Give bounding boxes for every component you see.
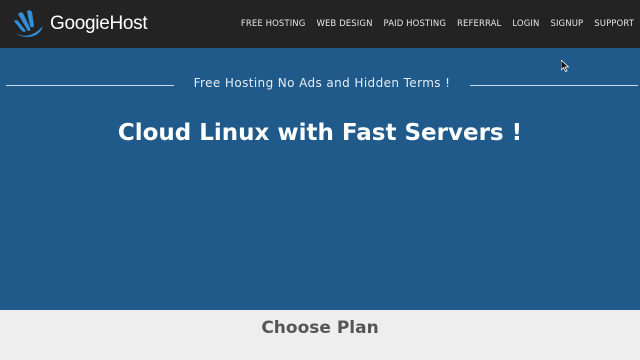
choose-plan-title: Choose Plan (261, 318, 379, 338)
tagline-divider-right (470, 85, 638, 86)
nav-web-design[interactable]: WEB DESIGN (316, 19, 372, 29)
brand-name: GoogieHost (50, 13, 148, 34)
nav-paid-hosting[interactable]: PAID HOSTING (384, 19, 446, 29)
mouse-pointer-icon (561, 60, 569, 72)
googiehost-logo-icon (14, 10, 43, 37)
nav-signup[interactable]: SIGNUP (550, 19, 583, 29)
hero-title: Cloud Linux with Fast Servers ! (117, 120, 523, 146)
nav-login[interactable]: LOGIN (512, 19, 539, 29)
tagline-row: Free Hosting No Ads and Hidden Terms ! (0, 76, 640, 96)
site-logo[interactable]: GoogieHost (12, 9, 148, 39)
nav-referral[interactable]: REFERRAL (457, 19, 501, 29)
top-navigation-bar: GoogieHost FREE HOSTING WEB DESIGN PAID … (0, 0, 640, 48)
nav-support[interactable]: SUPPORT (594, 19, 634, 29)
hero-tagline: Free Hosting No Ads and Hidden Terms ! (193, 76, 451, 90)
nav-free-hosting[interactable]: FREE HOSTING (241, 19, 306, 29)
tagline-divider-left (6, 85, 174, 86)
choose-plan-section: Choose Plan (0, 310, 640, 360)
hero-banner: Free Hosting No Ads and Hidden Terms ! C… (0, 48, 640, 310)
main-nav: FREE HOSTING WEB DESIGN PAID HOSTING REF… (241, 0, 640, 48)
